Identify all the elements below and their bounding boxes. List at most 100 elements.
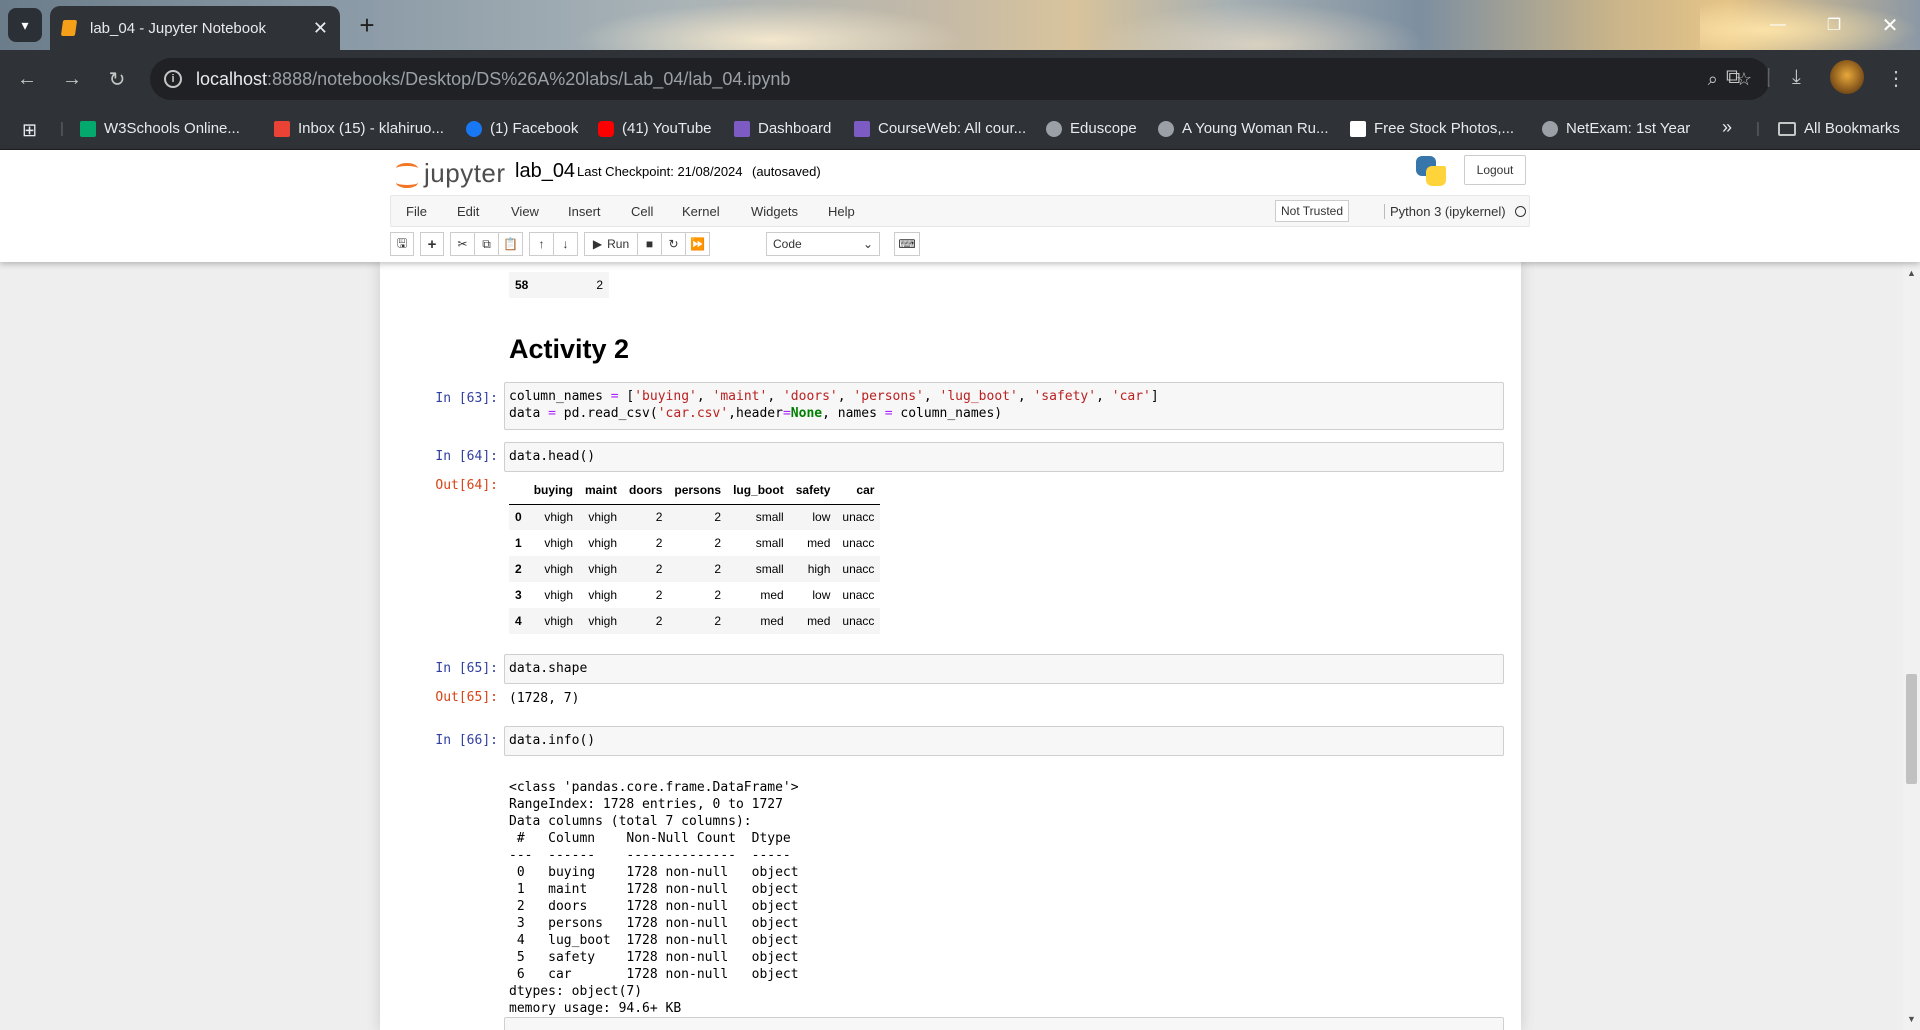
table-cell: vhigh xyxy=(544,510,574,525)
bookmark-young-woman[interactable]: A Young Woman Ru... xyxy=(1158,120,1329,137)
table-index: 58 xyxy=(515,278,529,292)
bookmark-w3schools[interactable]: W3Schools Online... xyxy=(80,120,240,137)
cut-icon[interactable]: ✂ xyxy=(450,232,475,256)
bookmark-netexam[interactable]: NetExam: 1st Year xyxy=(1542,120,1690,137)
bookmarks-overflow-icon[interactable]: » xyxy=(1722,117,1732,138)
output-line: 3 persons 1728 non-null object xyxy=(509,916,799,931)
all-bookmarks-button[interactable]: All Bookmarks xyxy=(1778,120,1900,137)
jupyter-logo[interactable]: jupyter xyxy=(394,158,506,189)
reload-icon[interactable]: ↻ xyxy=(100,62,134,96)
table-cell: vhigh xyxy=(544,536,574,550)
table-cell: 2 xyxy=(714,588,722,602)
table-cell: vhigh xyxy=(588,510,618,525)
sky-background-2 xyxy=(1080,0,1440,50)
table-cell: 2 xyxy=(596,278,603,292)
bookmarks-divider: | xyxy=(60,120,64,137)
profile-avatar[interactable] xyxy=(1830,60,1864,94)
table-cell: 2 xyxy=(655,614,663,628)
gmail-icon xyxy=(274,120,290,137)
menu-kernel[interactable]: Kernel xyxy=(682,204,720,219)
table-row: 4 vhigh vhigh 2 2 med med unacc xyxy=(509,608,881,634)
code-cell-input[interactable]: data.info() xyxy=(504,726,1504,756)
table-cell: low xyxy=(812,588,831,602)
table-cell: med xyxy=(760,588,784,602)
menu-view[interactable]: View xyxy=(511,204,539,219)
bookmark-dashboard[interactable]: Dashboard xyxy=(734,120,831,137)
download-icon[interactable]: ⤓ xyxy=(1792,66,1801,89)
table-cell: unacc xyxy=(842,588,875,602)
bookmark-eduscope[interactable]: Eduscope xyxy=(1046,120,1137,137)
copy-icon[interactable]: ⧉ xyxy=(474,232,499,256)
bookmark-courseweb[interactable]: CourseWeb: All cour... xyxy=(854,120,1026,137)
address-bar[interactable]: i localhost:8888/notebooks/Desktop/DS%26… xyxy=(150,58,1770,100)
menu-widgets[interactable]: Widgets xyxy=(751,204,798,219)
table-cell: 2 xyxy=(714,510,722,525)
jupyter-logo-text: jupyter xyxy=(424,158,506,188)
bookmark-facebook[interactable]: (1) Facebook xyxy=(466,120,578,137)
command-palette-icon[interactable]: ⌨ xyxy=(894,232,920,256)
logout-button[interactable]: Logout xyxy=(1464,155,1526,185)
paste-icon[interactable]: 📋 xyxy=(498,232,523,256)
table-index: 2 xyxy=(515,562,522,576)
url-text[interactable]: localhost:8888/notebooks/Desktop/DS%26A%… xyxy=(196,69,1708,90)
menu-help[interactable]: Help xyxy=(828,204,855,219)
minimize-icon[interactable]: — xyxy=(1758,10,1798,40)
zoom-icon[interactable]: ⌕ xyxy=(1708,69,1718,90)
move-up-icon[interactable]: ↑ xyxy=(529,232,554,256)
tab-search-button[interactable]: ▾ xyxy=(8,8,42,42)
cell-in-prompt: In [65]: xyxy=(435,661,498,676)
bookmark-gmail[interactable]: Inbox (15) - klahiruo... xyxy=(274,120,444,137)
menu-cell[interactable]: Cell xyxy=(631,204,653,219)
bookmark-label: CourseWeb: All cour... xyxy=(878,120,1027,137)
bookmark-youtube[interactable]: (41) YouTube xyxy=(598,120,712,137)
page-scrollbar[interactable]: ▲ ▼ xyxy=(1903,262,1920,1030)
cell-type-select[interactable]: Code ⌄ xyxy=(766,232,880,256)
table-cell: small xyxy=(755,510,784,525)
table-cell: unacc xyxy=(842,562,875,576)
output-line: --- ------ -------------- ----- xyxy=(509,848,799,863)
close-tab-icon[interactable]: ✕ xyxy=(313,18,328,39)
run-icon: ▶ xyxy=(592,237,603,251)
not-trusted-button[interactable]: Not Trusted xyxy=(1275,200,1350,222)
bookmark-stock-photos[interactable]: Free Stock Photos,... xyxy=(1350,120,1514,137)
bookmark-label: Free Stock Photos,... xyxy=(1374,120,1515,137)
restart-icon[interactable]: ↻ xyxy=(661,232,686,256)
active-tab[interactable]: lab_04 - Jupyter Notebook ✕ xyxy=(50,6,340,50)
save-icon[interactable]: 🖫 xyxy=(390,232,414,256)
run-button[interactable]: ▶ Run xyxy=(584,232,638,256)
close-window-icon[interactable]: ✕ xyxy=(1870,10,1910,40)
table-row: 0 vhigh vhigh 2 2 small low unacc xyxy=(509,504,881,530)
url-host: localhost xyxy=(196,68,268,89)
dashboard-icon xyxy=(734,120,750,137)
menu-file[interactable]: File xyxy=(406,204,427,219)
table-cell: 2 xyxy=(655,588,663,602)
output-line: 4 lug_boot 1728 non-null object xyxy=(509,933,799,948)
scroll-up-icon[interactable]: ▲ xyxy=(1903,268,1920,280)
code-cell-input-partial[interactable] xyxy=(504,1017,1504,1030)
bookmark-label: A Young Woman Ru... xyxy=(1182,120,1329,137)
restore-icon[interactable]: ❐ xyxy=(1814,10,1854,40)
code-cell-input[interactable]: column_names = ['buying', 'maint', 'door… xyxy=(504,382,1504,430)
scroll-thumb[interactable] xyxy=(1906,674,1917,784)
apps-grid-icon[interactable]: ⊞ xyxy=(22,120,37,141)
insert-cell-icon[interactable]: + xyxy=(420,232,444,256)
table-cell: 2 xyxy=(714,614,722,628)
extensions-icon[interactable]: ⧉ xyxy=(1726,66,1740,89)
cell-out-prompt: Out[65]: xyxy=(435,690,498,705)
code-cell-input[interactable]: data.head() xyxy=(504,442,1504,472)
site-info-icon[interactable]: i xyxy=(164,70,182,88)
move-down-icon[interactable]: ↓ xyxy=(553,232,578,256)
menu-edit[interactable]: Edit xyxy=(457,204,479,219)
interrupt-icon[interactable]: ■ xyxy=(637,232,662,256)
back-icon[interactable]: ← xyxy=(10,62,44,96)
forward-icon[interactable]: → xyxy=(55,62,89,96)
menu-insert[interactable]: Insert xyxy=(568,204,601,219)
scroll-down-icon[interactable]: ▼ xyxy=(1903,1014,1920,1026)
new-tab-button[interactable]: + xyxy=(352,10,382,40)
restart-run-all-icon[interactable]: ⏩ xyxy=(685,232,710,256)
table-index-header xyxy=(509,476,528,505)
menu-kebab-icon[interactable]: ⋮ xyxy=(1886,66,1906,91)
code-cell-input[interactable]: data.shape xyxy=(504,654,1504,684)
w3schools-icon xyxy=(80,120,96,137)
notebook-name[interactable]: lab_04 xyxy=(515,160,575,183)
